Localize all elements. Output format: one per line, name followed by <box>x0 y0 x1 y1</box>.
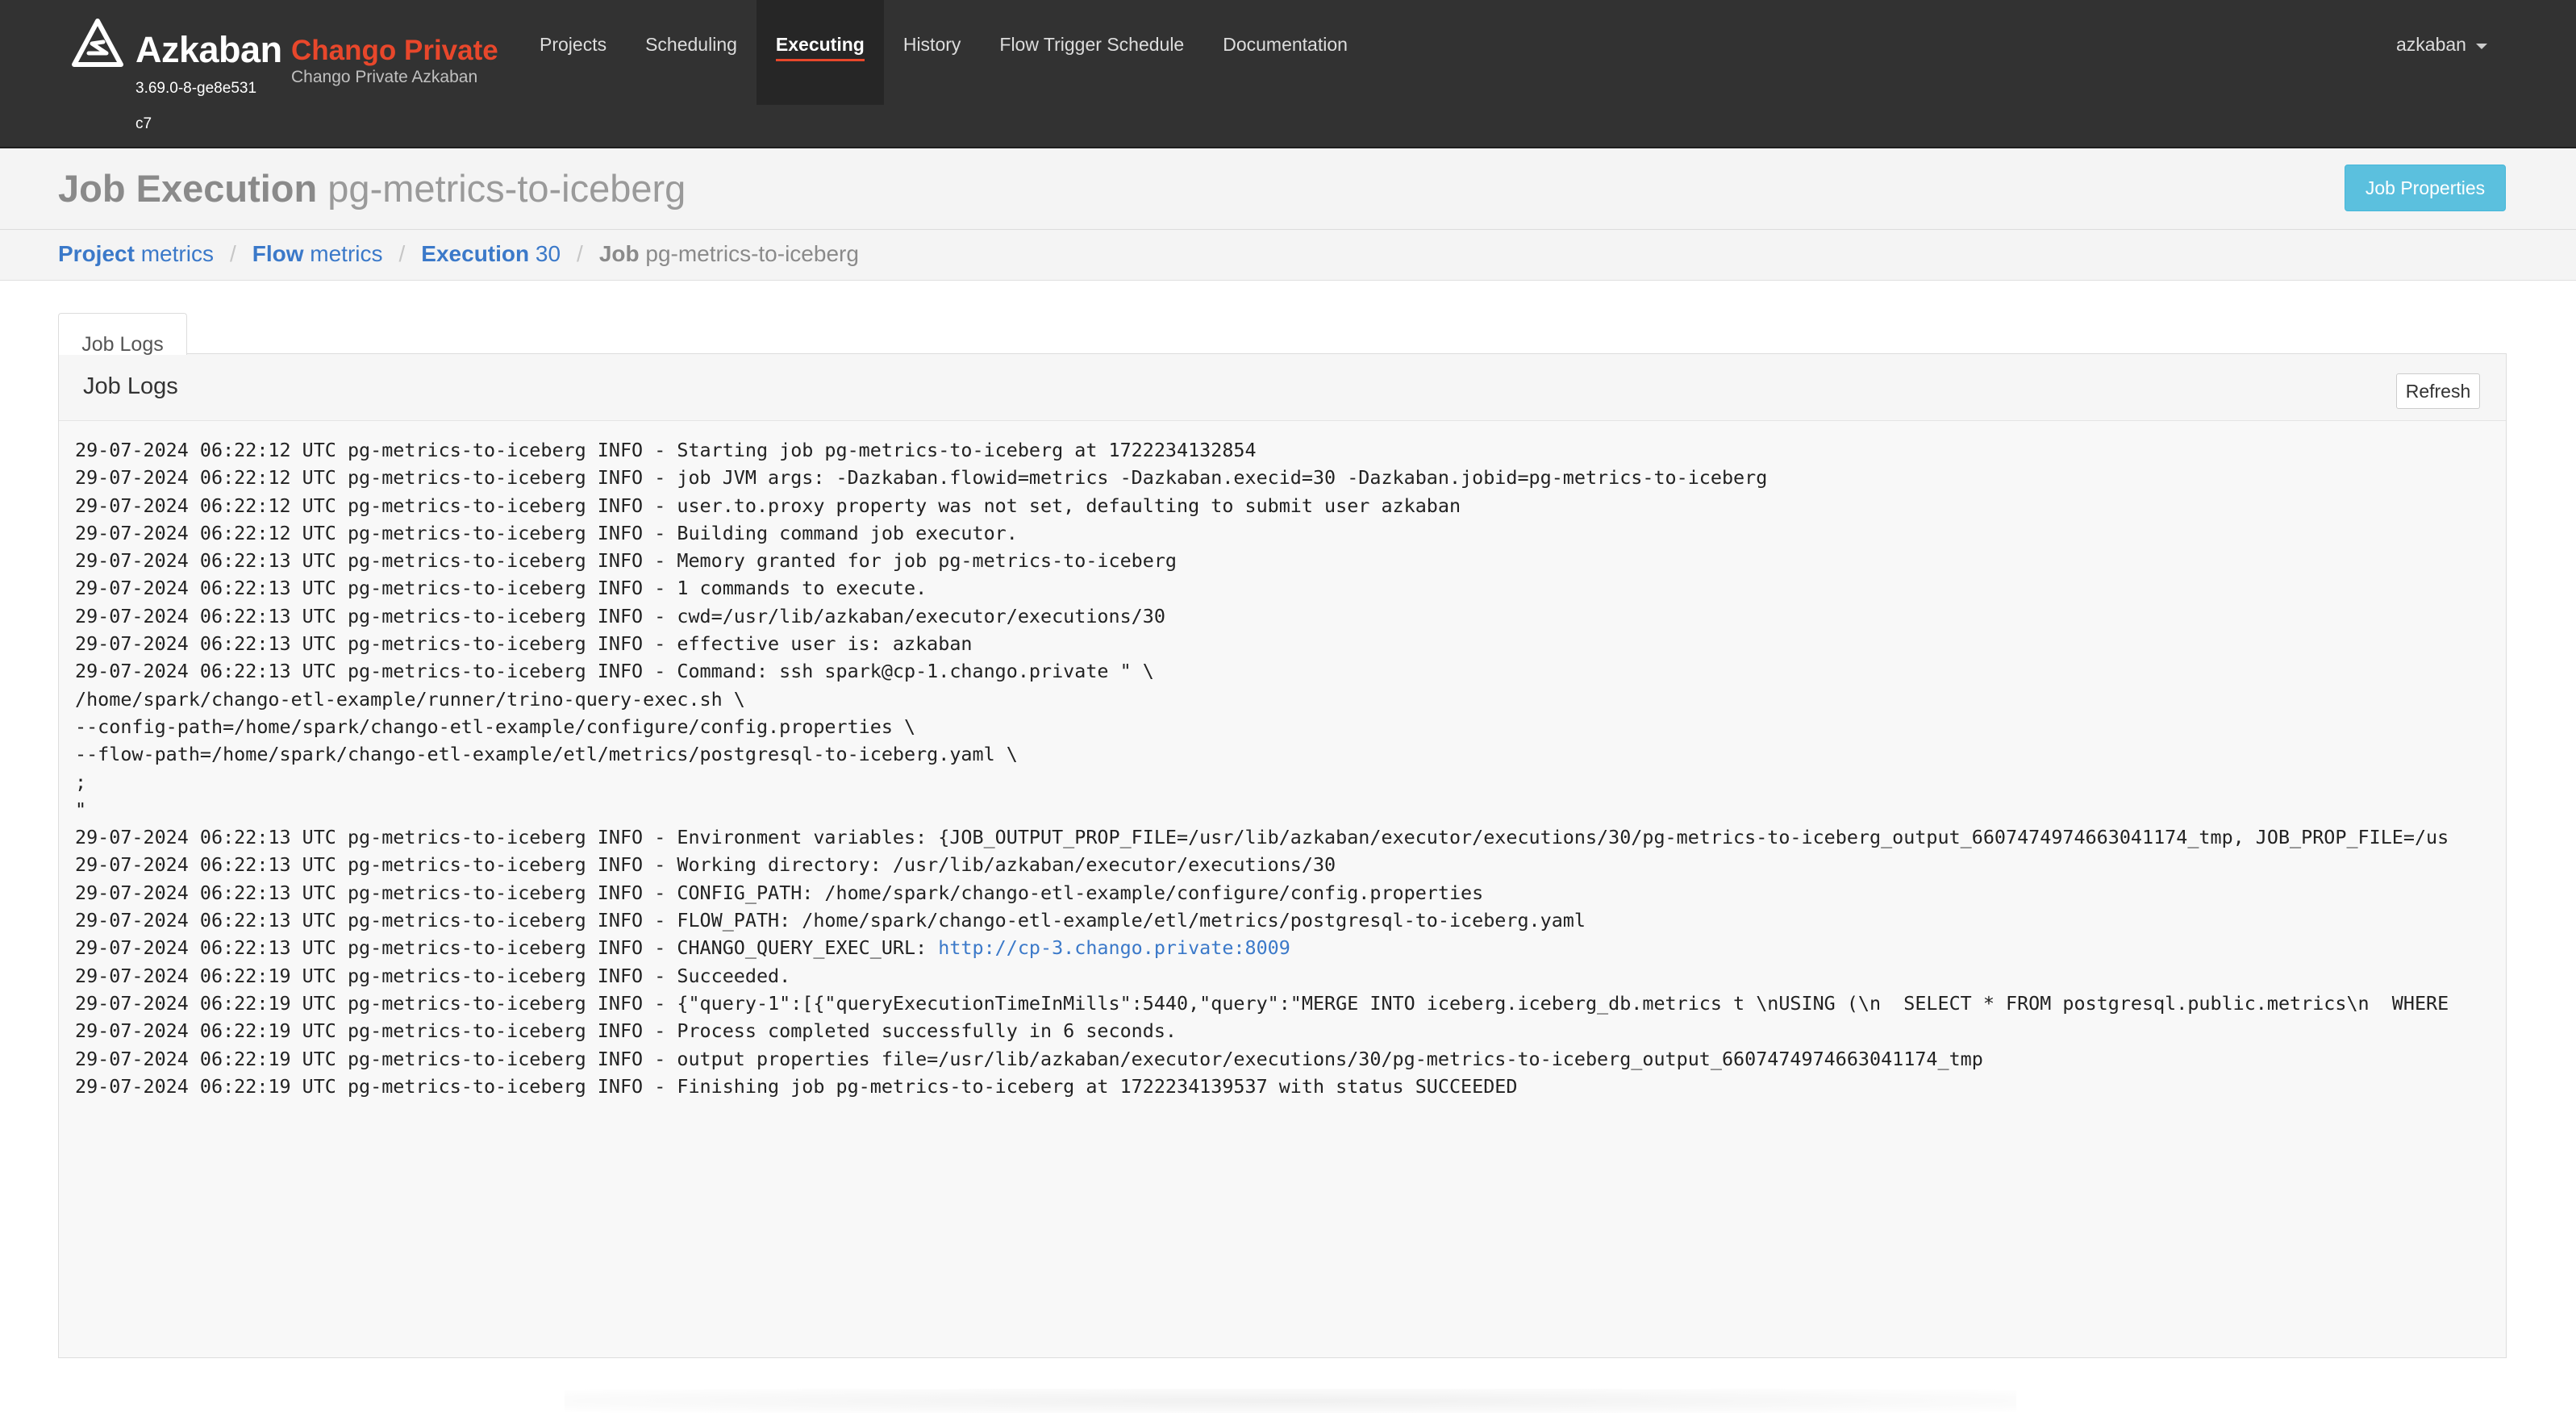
job-properties-button[interactable]: Job Properties <box>2345 165 2506 211</box>
nav-scheduling[interactable]: Scheduling <box>626 0 757 105</box>
log-line: 29-07-2024 06:22:19 UTC pg-metrics-to-ic… <box>75 991 2449 1015</box>
user-name: azkaban <box>2396 34 2466 55</box>
main-nav: Projects Scheduling Executing History Fl… <box>520 0 1367 105</box>
page-header: Job Execution pg-metrics-to-iceberg Job … <box>0 148 2576 230</box>
log-line: 29-07-2024 06:22:13 UTC pg-metrics-to-ic… <box>75 909 1586 932</box>
user-menu[interactable]: azkaban <box>2396 34 2487 56</box>
panel-header: Job Logs Refresh <box>59 354 2506 421</box>
log-line: " <box>75 798 87 821</box>
log-line: 29-07-2024 06:22:13 UTC pg-metrics-to-ic… <box>75 936 1290 960</box>
nav-projects[interactable]: Projects <box>520 0 626 105</box>
log-line: 29-07-2024 06:22:12 UTC pg-metrics-to-ic… <box>75 466 1768 490</box>
breadcrumb-flow[interactable]: Flow metrics <box>252 241 383 267</box>
log-line: 29-07-2024 06:22:12 UTC pg-metrics-to-ic… <box>75 494 1461 517</box>
breadcrumb: Project metrics / Flow metrics / Executi… <box>58 241 859 267</box>
breadcrumb-separator: / <box>398 241 406 266</box>
page-title-label: Job Execution <box>58 167 318 210</box>
nav-flow-trigger-schedule[interactable]: Flow Trigger Schedule <box>980 0 1203 105</box>
nav-documentation[interactable]: Documentation <box>1203 0 1367 105</box>
log-line: 29-07-2024 06:22:13 UTC pg-metrics-to-ic… <box>75 660 1154 683</box>
log-line: 29-07-2024 06:22:13 UTC pg-metrics-to-ic… <box>75 577 927 600</box>
log-line: 29-07-2024 06:22:13 UTC pg-metrics-to-ic… <box>75 853 1336 877</box>
log-line: 29-07-2024 06:22:12 UTC pg-metrics-to-ic… <box>75 439 1257 461</box>
log-line: 29-07-2024 06:22:12 UTC pg-metrics-to-ic… <box>75 521 1018 544</box>
log-line: --flow-path=/home/spark/chango-etl-examp… <box>75 743 1018 766</box>
breadcrumb-separator: / <box>229 241 236 266</box>
breadcrumb-project[interactable]: Project metrics <box>58 241 214 267</box>
breadcrumb-job: Job pg-metrics-to-iceberg <box>598 241 859 266</box>
top-navbar: Azkaban Chango Private Chango Private Az… <box>0 0 2576 148</box>
log-line: 29-07-2024 06:22:19 UTC pg-metrics-to-ic… <box>75 1019 1177 1043</box>
brand-name[interactable]: Azkaban <box>135 29 282 71</box>
page-bottom-shadow <box>565 1389 2016 1413</box>
brand-subtitle: Chango Private <box>291 35 498 66</box>
log-line: 29-07-2024 06:22:19 UTC pg-metrics-to-ic… <box>75 1047 1983 1070</box>
log-line: 29-07-2024 06:22:13 UTC pg-metrics-to-ic… <box>75 881 1484 904</box>
log-output[interactable]: 29-07-2024 06:22:12 UTC pg-metrics-to-ic… <box>75 436 2503 1340</box>
brand-caption: Chango Private Azkaban <box>291 68 478 86</box>
log-line: 29-07-2024 06:22:19 UTC pg-metrics-to-ic… <box>75 964 791 987</box>
log-line: 29-07-2024 06:22:13 UTC pg-metrics-to-ic… <box>75 632 973 656</box>
log-line: 29-07-2024 06:22:13 UTC pg-metrics-to-ic… <box>75 604 1165 627</box>
breadcrumb-execution[interactable]: Execution 30 <box>421 241 561 267</box>
breadcrumb-bar: Project metrics / Flow metrics / Executi… <box>0 230 2576 281</box>
azkaban-logo-icon[interactable] <box>71 18 124 71</box>
caret-down-icon <box>2475 43 2487 49</box>
breadcrumb-separator: / <box>577 241 583 266</box>
tab-job-logs[interactable]: Job Logs <box>58 313 187 356</box>
panel-title: Job Logs <box>83 373 178 399</box>
log-line: ; <box>75 770 87 794</box>
log-line: 29-07-2024 06:22:13 UTC pg-metrics-to-ic… <box>75 826 2449 849</box>
log-line: /home/spark/chango-etl-example/runner/tr… <box>75 687 745 711</box>
log-line: --config-path=/home/spark/chango-etl-exa… <box>75 715 916 738</box>
page-title: Job Execution pg-metrics-to-iceberg <box>58 166 686 210</box>
nav-history[interactable]: History <box>884 0 981 105</box>
job-logs-panel: Job Logs Refresh 29-07-2024 06:22:12 UTC… <box>58 353 2507 1358</box>
query-exec-url-link[interactable]: http://cp-3.chango.private:8009 <box>938 936 1290 959</box>
version-label: 3.69.0-8-ge8e531c7 <box>135 80 257 132</box>
page-title-value: pg-metrics-to-iceberg <box>327 167 686 210</box>
refresh-button[interactable]: Refresh <box>2396 373 2480 409</box>
log-line: 29-07-2024 06:22:13 UTC pg-metrics-to-ic… <box>75 549 1177 573</box>
log-line: 29-07-2024 06:22:19 UTC pg-metrics-to-ic… <box>75 1074 1518 1098</box>
nav-executing[interactable]: Executing <box>756 0 884 105</box>
